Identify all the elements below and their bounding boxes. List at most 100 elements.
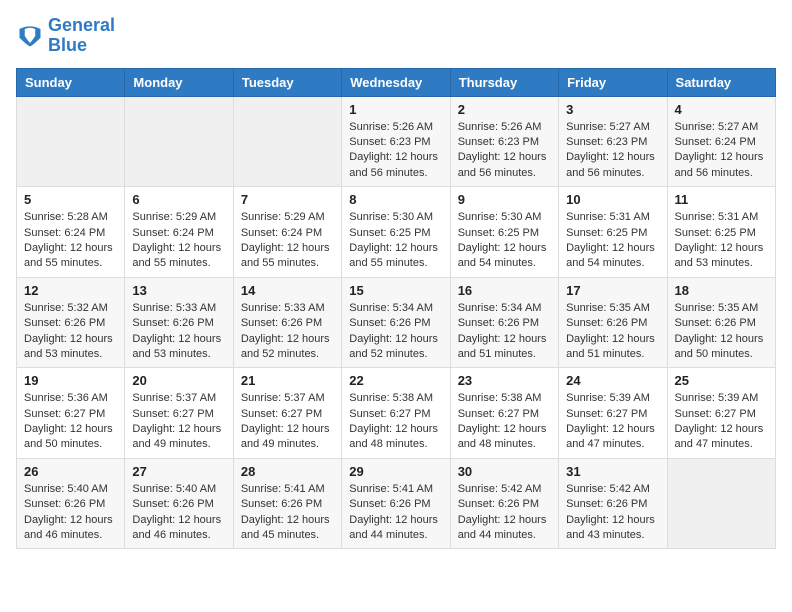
weekday-header-saturday: Saturday xyxy=(667,68,775,96)
weekday-header-tuesday: Tuesday xyxy=(233,68,341,96)
calendar-table: SundayMondayTuesdayWednesdayThursdayFrid… xyxy=(16,68,776,550)
day-number: 1 xyxy=(349,102,442,117)
day-number: 9 xyxy=(458,192,551,207)
calendar-cell xyxy=(667,458,775,549)
day-number: 7 xyxy=(241,192,334,207)
calendar-cell: 16 Sunrise: 5:34 AMSunset: 6:26 PMDayligh… xyxy=(450,277,558,368)
day-number: 29 xyxy=(349,464,442,479)
weekday-header-row: SundayMondayTuesdayWednesdayThursdayFrid… xyxy=(17,68,776,96)
calendar-cell: 21 Sunrise: 5:37 AMSunset: 6:27 PMDayligh… xyxy=(233,368,341,459)
day-number: 17 xyxy=(566,283,659,298)
weekday-header-friday: Friday xyxy=(559,68,667,96)
day-number: 14 xyxy=(241,283,334,298)
calendar-cell xyxy=(233,96,341,187)
weekday-header-sunday: Sunday xyxy=(17,68,125,96)
day-number: 21 xyxy=(241,373,334,388)
day-info: Sunrise: 5:38 AMSunset: 6:27 PMDaylight:… xyxy=(458,391,551,453)
calendar-cell: 29 Sunrise: 5:41 AMSunset: 6:26 PMDayligh… xyxy=(342,458,450,549)
day-info: Sunrise: 5:26 AMSunset: 6:23 PMDaylight:… xyxy=(349,120,442,182)
day-number: 13 xyxy=(132,283,225,298)
logo-text: General Blue xyxy=(48,16,115,56)
calendar-cell: 15 Sunrise: 5:34 AMSunset: 6:26 PMDayligh… xyxy=(342,277,450,368)
calendar-cell: 23 Sunrise: 5:38 AMSunset: 6:27 PMDayligh… xyxy=(450,368,558,459)
day-info: Sunrise: 5:33 AMSunset: 6:26 PMDaylight:… xyxy=(241,301,334,363)
calendar-cell: 7 Sunrise: 5:29 AMSunset: 6:24 PMDaylight… xyxy=(233,187,341,278)
day-info: Sunrise: 5:39 AMSunset: 6:27 PMDaylight:… xyxy=(675,391,768,453)
day-number: 23 xyxy=(458,373,551,388)
day-number: 25 xyxy=(675,373,768,388)
day-number: 3 xyxy=(566,102,659,117)
weekday-header-monday: Monday xyxy=(125,68,233,96)
calendar-cell: 8Sunrise: 5:30 AMSunset: 6:25 PMDaylight… xyxy=(342,187,450,278)
day-info: Sunrise: 5:27 AMSunset: 6:23 PMDaylight:… xyxy=(566,120,659,182)
day-number: 30 xyxy=(458,464,551,479)
calendar-cell: 5Sunrise: 5:28 AMSunset: 6:24 PMDaylight… xyxy=(17,187,125,278)
day-info: Sunrise: 5:30 AMSunset: 6:25 PMDaylight:… xyxy=(349,210,442,272)
day-info: Sunrise: 5:30 AMSunset: 6:25 PMDaylight:… xyxy=(458,210,551,272)
day-info: Sunrise: 5:42 AMSunset: 6:26 PMDaylight:… xyxy=(458,482,551,544)
calendar-cell: 28 Sunrise: 5:41 AMSunset: 6:26 PMDayligh… xyxy=(233,458,341,549)
day-info: Sunrise: 5:42 AMSunset: 6:26 PMDaylight:… xyxy=(566,482,659,544)
day-info: Sunrise: 5:29 AMSunset: 6:24 PMDaylight:… xyxy=(132,210,225,272)
day-number: 12 xyxy=(24,283,117,298)
day-info: Sunrise: 5:27 AMSunset: 6:24 PMDaylight:… xyxy=(675,120,768,182)
calendar-cell: 30 Sunrise: 5:42 AMSunset: 6:26 PMDayligh… xyxy=(450,458,558,549)
day-number: 31 xyxy=(566,464,659,479)
calendar-cell xyxy=(17,96,125,187)
day-number: 15 xyxy=(349,283,442,298)
day-number: 26 xyxy=(24,464,117,479)
day-number: 19 xyxy=(24,373,117,388)
calendar-cell: 31 Sunrise: 5:42 AMSunset: 6:26 PMDayligh… xyxy=(559,458,667,549)
day-number: 2 xyxy=(458,102,551,117)
week-row-5: 26 Sunrise: 5:40 AMSunset: 6:26 PMDayligh… xyxy=(17,458,776,549)
day-info: Sunrise: 5:34 AMSunset: 6:26 PMDaylight:… xyxy=(458,301,551,363)
calendar-cell: 22 Sunrise: 5:38 AMSunset: 6:27 PMDayligh… xyxy=(342,368,450,459)
day-number: 4 xyxy=(675,102,768,117)
week-row-4: 19 Sunrise: 5:36 AMSunset: 6:27 PMDayligh… xyxy=(17,368,776,459)
logo-icon xyxy=(16,22,44,50)
day-info: Sunrise: 5:41 AMSunset: 6:26 PMDaylight:… xyxy=(349,482,442,544)
page-header: General Blue xyxy=(16,16,776,56)
day-info: Sunrise: 5:40 AMSunset: 6:26 PMDaylight:… xyxy=(24,482,117,544)
weekday-header-thursday: Thursday xyxy=(450,68,558,96)
day-info: Sunrise: 5:37 AMSunset: 6:27 PMDaylight:… xyxy=(241,391,334,453)
calendar-cell: 13 Sunrise: 5:33 AMSunset: 6:26 PMDayligh… xyxy=(125,277,233,368)
day-info: Sunrise: 5:39 AMSunset: 6:27 PMDaylight:… xyxy=(566,391,659,453)
day-number: 6 xyxy=(132,192,225,207)
day-number: 5 xyxy=(24,192,117,207)
calendar-cell: 2Sunrise: 5:26 AMSunset: 6:23 PMDaylight… xyxy=(450,96,558,187)
logo: General Blue xyxy=(16,16,115,56)
calendar-cell: 17Sunrise: 5:35 AMSunset: 6:26 PMDayligh… xyxy=(559,277,667,368)
day-number: 28 xyxy=(241,464,334,479)
day-info: Sunrise: 5:41 AMSunset: 6:26 PMDaylight:… xyxy=(241,482,334,544)
calendar-cell: 4 Sunrise: 5:27 AMSunset: 6:24 PMDaylight… xyxy=(667,96,775,187)
day-info: Sunrise: 5:33 AMSunset: 6:26 PMDaylight:… xyxy=(132,301,225,363)
day-info: Sunrise: 5:37 AMSunset: 6:27 PMDaylight:… xyxy=(132,391,225,453)
day-number: 27 xyxy=(132,464,225,479)
day-info: Sunrise: 5:32 AMSunset: 6:26 PMDaylight:… xyxy=(24,301,117,363)
day-info: Sunrise: 5:36 AMSunset: 6:27 PMDaylight:… xyxy=(24,391,117,453)
day-info: Sunrise: 5:40 AMSunset: 6:26 PMDaylight:… xyxy=(132,482,225,544)
day-number: 18 xyxy=(675,283,768,298)
calendar-cell: 11Sunrise: 5:31 AMSunset: 6:25 PMDayligh… xyxy=(667,187,775,278)
day-info: Sunrise: 5:34 AMSunset: 6:26 PMDaylight:… xyxy=(349,301,442,363)
day-number: 22 xyxy=(349,373,442,388)
day-info: Sunrise: 5:35 AMSunset: 6:26 PMDaylight:… xyxy=(675,301,768,363)
day-info: Sunrise: 5:38 AMSunset: 6:27 PMDaylight:… xyxy=(349,391,442,453)
day-number: 16 xyxy=(458,283,551,298)
day-number: 10 xyxy=(566,192,659,207)
calendar-cell: 10 Sunrise: 5:31 AMSunset: 6:25 PMDayligh… xyxy=(559,187,667,278)
calendar-cell: 24 Sunrise: 5:39 AMSunset: 6:27 PMDayligh… xyxy=(559,368,667,459)
day-info: Sunrise: 5:29 AMSunset: 6:24 PMDaylight:… xyxy=(241,210,334,272)
day-info: Sunrise: 5:31 AMSunset: 6:25 PMDaylight:… xyxy=(566,210,659,272)
day-number: 24 xyxy=(566,373,659,388)
calendar-cell: 9 Sunrise: 5:30 AMSunset: 6:25 PMDaylight… xyxy=(450,187,558,278)
calendar-cell: 19 Sunrise: 5:36 AMSunset: 6:27 PMDayligh… xyxy=(17,368,125,459)
calendar-cell: 27 Sunrise: 5:40 AMSunset: 6:26 PMDayligh… xyxy=(125,458,233,549)
day-number: 11 xyxy=(675,192,768,207)
calendar-cell: 6 Sunrise: 5:29 AMSunset: 6:24 PMDaylight… xyxy=(125,187,233,278)
calendar-cell: 20Sunrise: 5:37 AMSunset: 6:27 PMDayligh… xyxy=(125,368,233,459)
calendar-cell: 3 Sunrise: 5:27 AMSunset: 6:23 PMDaylight… xyxy=(559,96,667,187)
week-row-2: 5Sunrise: 5:28 AMSunset: 6:24 PMDaylight… xyxy=(17,187,776,278)
calendar-cell: 12 Sunrise: 5:32 AMSunset: 6:26 PMDayligh… xyxy=(17,277,125,368)
